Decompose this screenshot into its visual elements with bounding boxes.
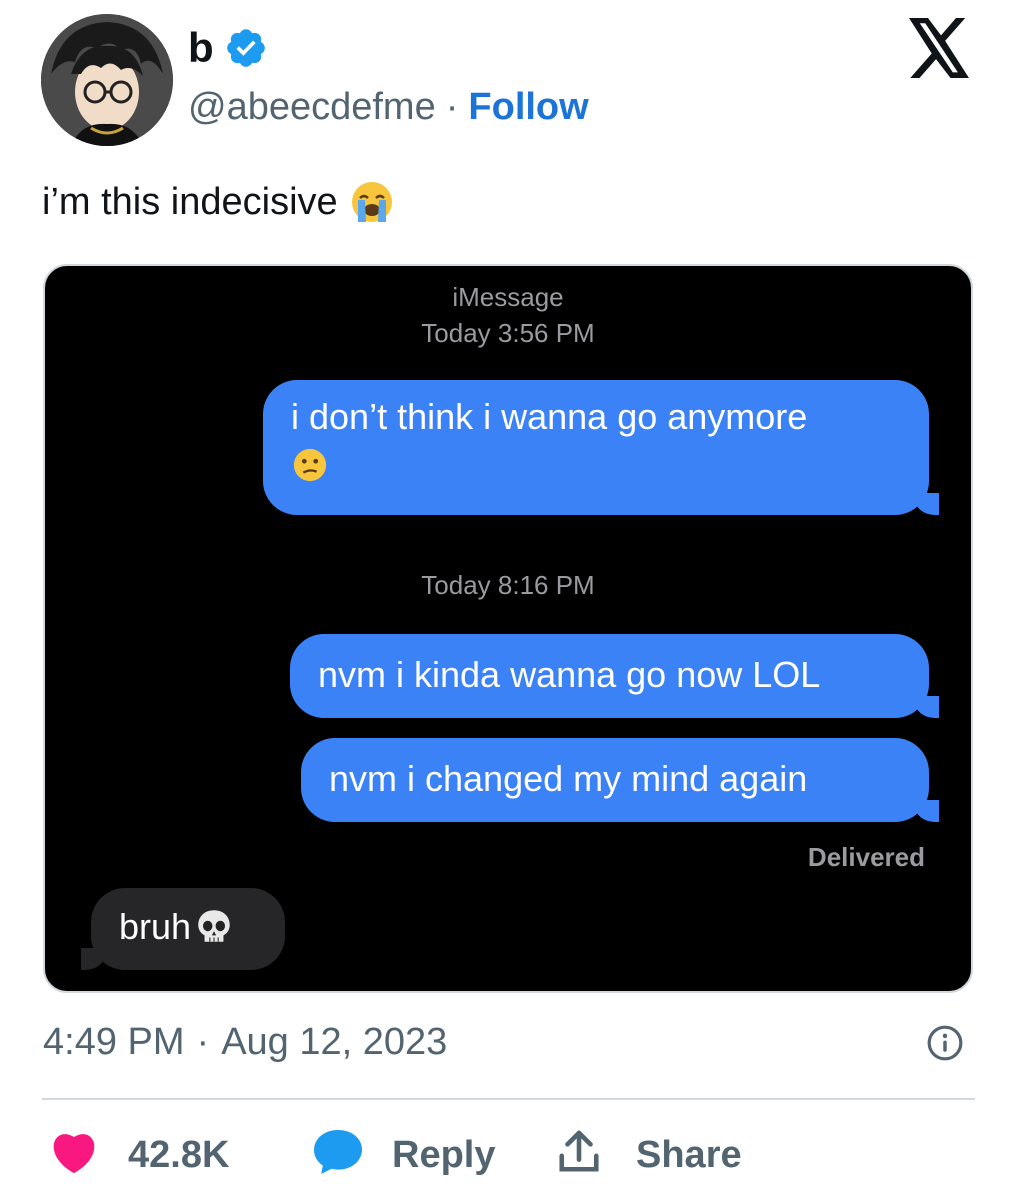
tweet-actions-bar: 42.8K Reply Share (0, 1128, 1011, 1184)
x-logo-icon[interactable] (906, 18, 972, 78)
follow-button[interactable]: Follow (468, 86, 588, 128)
speech-bubble-icon (314, 1130, 362, 1174)
sent-message-bubble: i don’t think i wanna go anymore (263, 380, 939, 515)
separator-dot: · (196, 1021, 210, 1063)
message-text: nvm i changed my mind again (329, 758, 808, 799)
message-text: bruh (119, 906, 192, 947)
message-text: nvm i kinda wanna go now LOL (318, 654, 821, 695)
tweet-text: i’m this indecisive (42, 178, 396, 226)
tweet-media-image[interactable]: iMessage Today 3:56 PM i don’t think i w… (43, 264, 973, 993)
like-count[interactable]: 42.8K (128, 1134, 229, 1177)
delivered-status: Delivered (807, 842, 925, 872)
sent-message-bubble: nvm i kinda wanna go now LOL (290, 634, 939, 718)
received-message-bubble: bruh (81, 888, 285, 970)
imessage-timestamp-1: Today 3:56 PM (421, 318, 595, 348)
reply-label[interactable]: Reply (392, 1134, 495, 1177)
imessage-service-label: iMessage (452, 282, 564, 312)
like-button[interactable] (48, 1128, 100, 1174)
author-name-row: b (188, 26, 268, 70)
author-name[interactable]: b (188, 27, 214, 69)
tweet-date: Aug 12, 2023 (221, 1021, 448, 1063)
share-upload-icon (559, 1130, 599, 1172)
verified-badge-icon (226, 29, 265, 67)
separator-dot: · (445, 86, 459, 128)
imessage-timestamp-2: Today 8:16 PM (421, 570, 595, 600)
info-icon[interactable] (926, 1024, 964, 1062)
share-label[interactable]: Share (636, 1134, 742, 1177)
author-avatar[interactable] (41, 14, 173, 146)
sent-message-bubble: nvm i changed my mind again (301, 738, 939, 822)
share-button[interactable] (556, 1128, 602, 1176)
heart-icon (53, 1134, 95, 1174)
tweet-text-content: i’m this indecisive (42, 181, 338, 223)
tweet-time: 4:49 PM (43, 1021, 185, 1063)
loudly-crying-face-icon (351, 182, 392, 222)
skull-icon (198, 910, 230, 942)
tweet-timestamp[interactable]: 4:49 PM · Aug 12, 2023 (43, 1020, 447, 1064)
reply-button[interactable] (312, 1128, 364, 1176)
author-handle[interactable]: @abeecdefme (188, 86, 436, 128)
divider (42, 1098, 975, 1100)
author-handle-row: @abeecdefme · Follow (188, 86, 589, 128)
confused-face-icon (293, 449, 327, 482)
message-text: i don’t think i wanna go anymore (291, 396, 808, 437)
